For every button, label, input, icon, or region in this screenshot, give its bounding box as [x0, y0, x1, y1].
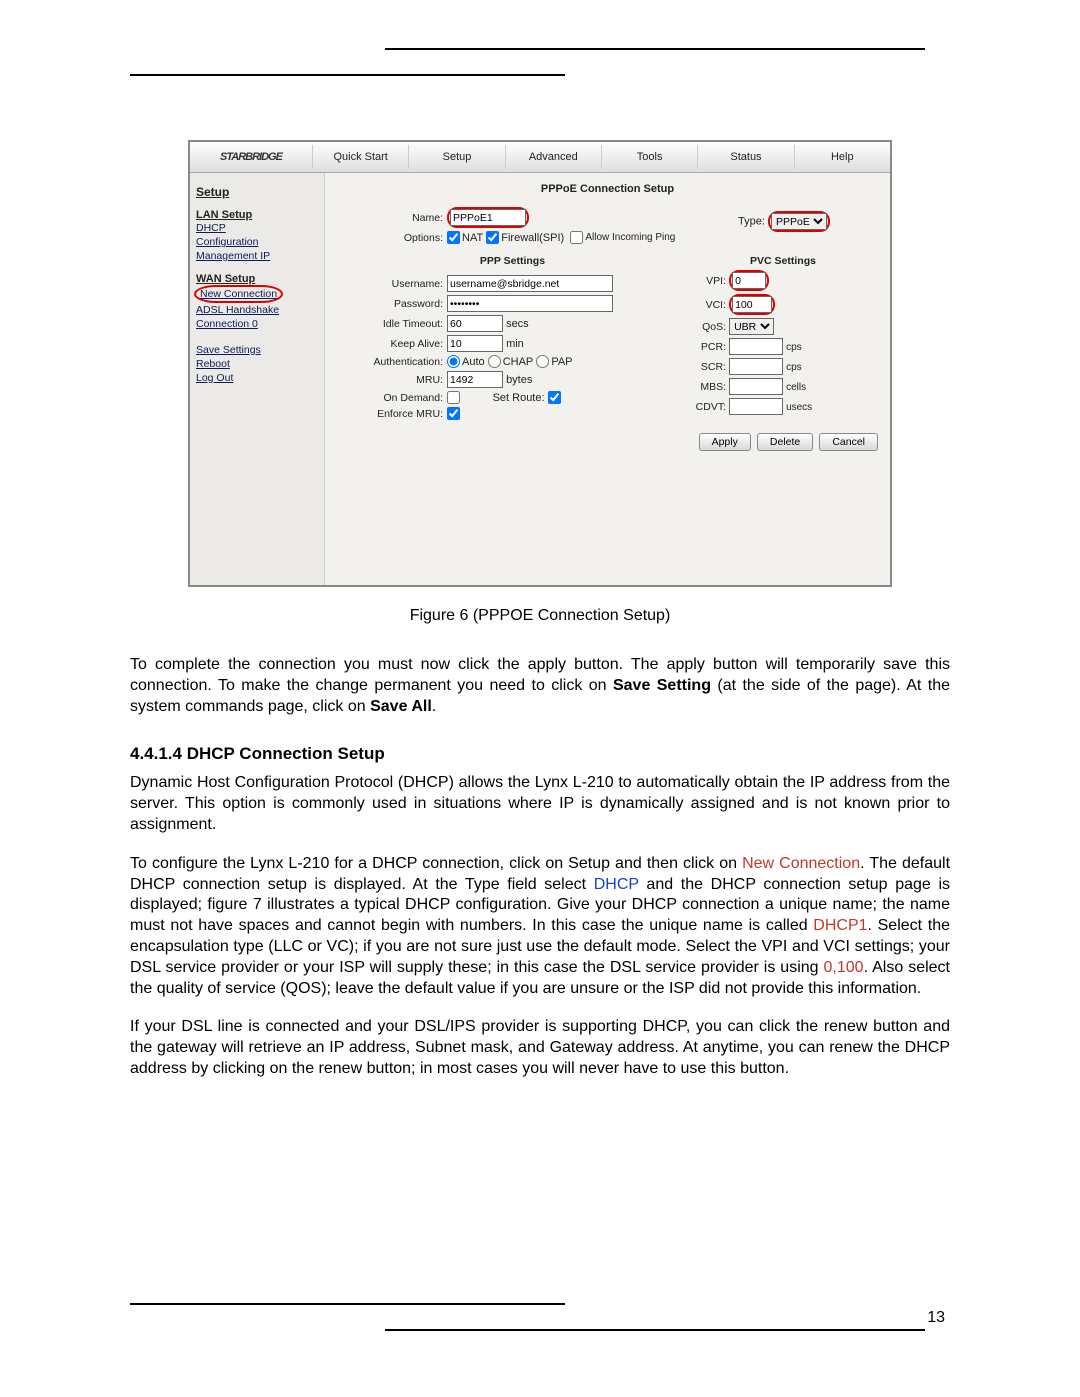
footer-rule-left	[130, 1303, 565, 1305]
firewall-label: Firewall(SPI)	[501, 232, 564, 244]
sidebar-item-management-ip[interactable]: Management IP	[196, 249, 318, 263]
enforce-checkbox[interactable]	[447, 407, 460, 420]
tab-status[interactable]: Status	[697, 145, 793, 169]
header-rule-left	[130, 74, 565, 76]
sidebar-item-adsl-handshake[interactable]: ADSL Handshake	[196, 303, 318, 317]
figure-caption: Figure 6 (PPPOE Connection Setup)	[130, 607, 950, 625]
pcr-label: PCR:	[688, 341, 726, 353]
mru-unit: bytes	[506, 374, 532, 386]
mbs-unit: cells	[786, 382, 806, 393]
sidebar-wan-setup: WAN Setup	[196, 273, 318, 285]
sidebar-item-dhcp[interactable]: DHCP	[196, 221, 318, 235]
qos-label: QoS:	[688, 321, 726, 333]
keep-input[interactable]	[447, 335, 503, 352]
mbs-input[interactable]	[729, 378, 783, 395]
firewall-checkbox[interactable]	[486, 231, 499, 244]
nat-checkbox[interactable]	[447, 231, 460, 244]
delete-button[interactable]: Delete	[757, 433, 813, 451]
page-number: 13	[927, 1309, 945, 1327]
type-label: Type:	[738, 216, 765, 228]
sidebar-item-new-connection[interactable]: New Connection	[200, 287, 277, 301]
auth-pap-radio[interactable]	[536, 355, 549, 368]
auth-label: Authentication:	[337, 356, 447, 368]
auth-chap-radio[interactable]	[488, 355, 501, 368]
cdvt-input[interactable]	[729, 398, 783, 415]
pvc-settings-title: PVC Settings	[688, 255, 878, 267]
mru-label: MRU:	[337, 374, 447, 386]
enforce-label: Enforce MRU:	[337, 408, 447, 420]
name-label: Name:	[337, 212, 447, 224]
cdvt-label: CDVT:	[688, 401, 726, 413]
nat-label: NAT	[462, 232, 483, 244]
pcr-input[interactable]	[729, 338, 783, 355]
sidebar-item-connection-0[interactable]: Connection 0	[196, 317, 318, 331]
panel-title: PPPoE Connection Setup	[337, 183, 878, 195]
sidebar-item-reboot[interactable]: Reboot	[196, 357, 318, 371]
vpi-input[interactable]	[732, 272, 766, 289]
type-select[interactable]: PPPoE	[771, 213, 827, 230]
set-route-label: Set Route:	[493, 392, 545, 404]
section-heading: 4.4.1.4 DHCP Connection Setup	[130, 743, 950, 765]
figure-6: STARBRIDGE Quick Start Setup Advanced To…	[130, 140, 950, 625]
body-text: To complete the connection you must now …	[130, 655, 950, 1080]
cancel-button[interactable]: Cancel	[819, 433, 878, 451]
header-rule-right	[385, 48, 925, 50]
keep-unit: min	[506, 338, 524, 350]
vci-label: VCI:	[688, 299, 726, 311]
allow-ping-checkbox[interactable]	[570, 231, 583, 244]
sidebar-heading: Setup	[196, 185, 318, 199]
vci-input[interactable]	[732, 296, 772, 313]
password-label: Password:	[337, 298, 447, 310]
mbs-label: MBS:	[688, 381, 726, 393]
vpi-label: VPI:	[688, 275, 726, 287]
scr-unit: cps	[786, 362, 802, 373]
scr-label: SCR:	[688, 361, 726, 373]
allow-ping-label: Allow Incoming Ping	[585, 232, 675, 243]
apply-button[interactable]: Apply	[699, 433, 751, 451]
tab-advanced[interactable]: Advanced	[505, 145, 601, 169]
pcr-unit: cps	[786, 342, 802, 353]
idle-unit: secs	[506, 318, 529, 330]
auth-chap-label: CHAP	[503, 356, 534, 368]
auth-auto-label: Auto	[462, 356, 485, 368]
mru-input[interactable]	[447, 371, 503, 388]
router-window: STARBRIDGE Quick Start Setup Advanced To…	[188, 140, 892, 587]
sidebar-lan-setup: LAN Setup	[196, 209, 318, 221]
sidebar-item-log-out[interactable]: Log Out	[196, 371, 318, 385]
scr-input[interactable]	[729, 358, 783, 375]
tab-help[interactable]: Help	[794, 145, 890, 169]
keep-label: Keep Alive:	[337, 338, 447, 350]
name-input[interactable]	[450, 209, 526, 226]
sidebar: Setup LAN Setup DHCP Configuration Manag…	[190, 173, 325, 585]
tab-tools[interactable]: Tools	[601, 145, 697, 169]
idle-label: Idle Timeout:	[337, 318, 447, 330]
content-panel: PPPoE Connection Setup Name: Options: NA…	[325, 173, 890, 585]
tab-quick-start[interactable]: Quick Start	[312, 145, 408, 169]
footer-rule-right	[385, 1329, 925, 1331]
sidebar-item-configuration[interactable]: Configuration	[196, 235, 318, 249]
ppp-settings-title: PPP Settings	[337, 255, 688, 267]
password-input[interactable]	[447, 295, 613, 312]
idle-input[interactable]	[447, 315, 503, 332]
on-demand-label: On Demand:	[337, 392, 447, 404]
username-label: Username:	[337, 278, 447, 290]
cdvt-unit: usecs	[786, 402, 812, 413]
auth-pap-label: PAP	[551, 356, 572, 368]
username-input[interactable]	[447, 275, 613, 292]
tab-setup[interactable]: Setup	[408, 145, 504, 169]
sidebar-item-save-settings[interactable]: Save Settings	[196, 343, 318, 357]
router-logo: STARBRIDGE	[190, 151, 312, 163]
set-route-checkbox[interactable]	[548, 391, 561, 404]
auth-auto-radio[interactable]	[447, 355, 460, 368]
qos-select[interactable]: UBR	[729, 318, 774, 335]
options-label: Options:	[337, 232, 447, 244]
on-demand-checkbox[interactable]	[447, 391, 460, 404]
